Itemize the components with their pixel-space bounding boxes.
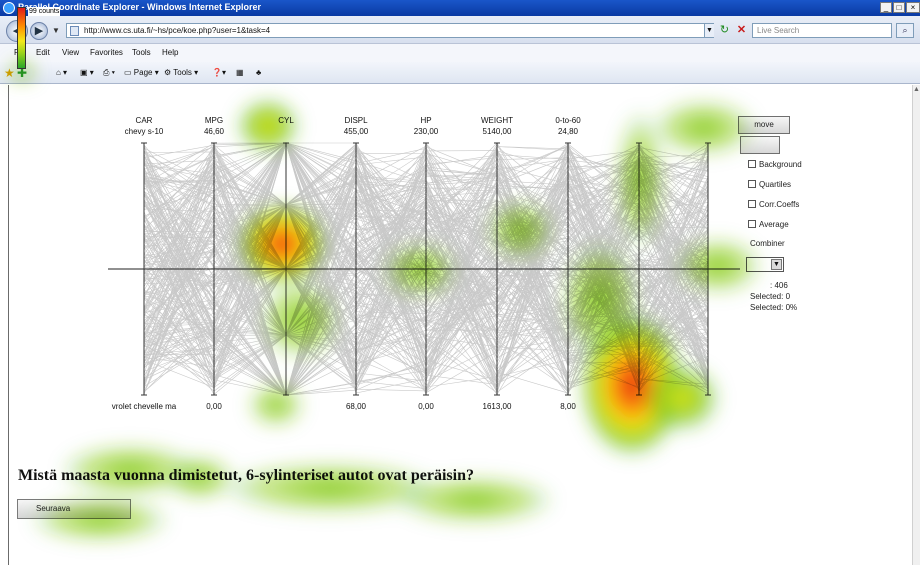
combiner-select[interactable]: ▼ [746, 257, 784, 272]
heatmap-legend-scale [17, 7, 26, 69]
tools-menu-label: Tools [173, 68, 192, 77]
axis-name-label: DISPL [344, 116, 368, 125]
history-dropdown-icon[interactable]: ▼ [52, 26, 60, 35]
page-menu[interactable]: ▭ Page ▾ [124, 68, 159, 77]
axis-min-label: vrolet chevelle ma [112, 402, 177, 411]
axis-min-label: 8,00 [560, 402, 576, 411]
axis-min-label: 68,00 [346, 402, 367, 411]
axis-name-label: HP [420, 116, 431, 125]
stop-icon[interactable]: ✕ [734, 23, 749, 38]
axis-max-label: 230,00 [414, 127, 439, 136]
axis-name-label: 0-to-60 [555, 116, 581, 125]
axis-min-label: 1613,00 [483, 402, 512, 411]
move-button[interactable]: move [738, 116, 790, 134]
option-label: Background [759, 160, 802, 169]
refresh-icon[interactable]: ↻ [717, 23, 732, 38]
option-background[interactable]: Background [748, 160, 802, 169]
page-icon [70, 26, 79, 36]
browser-window: Parallel Coordinate Explorer - Windows I… [0, 0, 920, 565]
option-label: Average [759, 220, 789, 229]
title-bar: Parallel Coordinate Explorer - Windows I… [0, 0, 920, 16]
axis-name-label: MPG [205, 116, 223, 125]
menu-view[interactable]: View [62, 48, 79, 57]
address-dropdown-icon[interactable]: ▼ [704, 24, 714, 37]
axis-name-label: WEIGHT [481, 116, 513, 125]
search-placeholder: Live Search [757, 26, 800, 35]
close-button[interactable]: × [906, 2, 920, 13]
favorites-star-icon[interactable]: ★ [4, 66, 15, 80]
axis-min-label: 0,00 [206, 402, 222, 411]
checkbox[interactable] [748, 180, 756, 188]
axis-max-label: 5140,00 [483, 127, 512, 136]
address-row: ◀ ▶ ▼ http://www.cs.uta.fi/~hs/pce/koe.p… [0, 16, 920, 44]
forward-button[interactable]: ▶ [30, 22, 48, 40]
axis-name-label: CYL [278, 116, 294, 125]
axis-max-label: 46,60 [204, 127, 225, 136]
scroll-up-icon[interactable]: ▲ [913, 86, 920, 93]
option-average[interactable]: Average [748, 220, 789, 229]
page-menu-label: Page [133, 68, 153, 77]
selected-percent: Selected: 0% [750, 303, 798, 312]
research-icon[interactable]: ▦ [236, 68, 244, 77]
feeds-icon[interactable]: ▣ ▾ [80, 68, 94, 77]
axis-min-label: 0,00 [418, 402, 434, 411]
search-icon[interactable]: ⌕ [896, 23, 914, 38]
secondary-button[interactable] [740, 136, 780, 154]
ie-app-icon [3, 2, 15, 14]
task-question: Mistä maasta vuonna dimistetut, 6-sylint… [18, 467, 474, 484]
address-field[interactable]: http://www.cs.uta.fi/~hs/pce/koe.php?use… [66, 23, 714, 38]
page-content: ▲ CAR chevy s-10 vrolet chevelle ma MPG 46,6… [0, 85, 920, 565]
help-icon[interactable]: ❓▾ [212, 68, 226, 77]
home-icon[interactable]: ⌂ ▾ [56, 68, 67, 77]
menu-edit[interactable]: Edit [36, 48, 50, 57]
command-bar: ★ ✚ ⌂ ▾ ▣ ▾ ⎙ ▾ ▭ Page ▾ ⚙ Tools ▾ ❓▾ ▦ … [0, 62, 920, 84]
minimize-button[interactable]: _ [880, 2, 892, 13]
search-input[interactable]: Live Search [752, 23, 892, 38]
option-label: Corr.Coeffs [759, 200, 800, 209]
selected-count: Selected: 0 [750, 292, 791, 301]
address-url: http://www.cs.uta.fi/~hs/pce/koe.php?use… [84, 26, 271, 35]
option-label: Quartiles [759, 180, 792, 189]
menu-tools[interactable]: Tools [132, 48, 151, 57]
axis-name-label: CAR [136, 116, 153, 125]
menu-favorites[interactable]: Favorites [90, 48, 123, 57]
chevron-down-icon[interactable]: ▼ [771, 259, 782, 270]
axis-max-label: 24,80 [558, 127, 579, 136]
vertical-scrollbar[interactable]: ▲ [912, 85, 920, 565]
tools-menu[interactable]: ⚙ Tools ▾ [164, 68, 198, 77]
axis-max-label: chevy s-10 [125, 127, 164, 136]
print-icon[interactable]: ⎙ ▾ [103, 68, 115, 78]
menu-bar: F Edit View Favorites Tools Help [0, 44, 920, 62]
maximize-button[interactable]: □ [893, 2, 905, 13]
next-button[interactable]: Seuraava [17, 499, 131, 519]
option-corr-coeffs[interactable]: Corr.Coeffs [748, 200, 799, 209]
combiner-label: Combiner [750, 239, 785, 248]
axis-max-label: 455,00 [344, 127, 369, 136]
menu-help[interactable]: Help [162, 48, 178, 57]
total-count: : 406 [770, 281, 788, 290]
option-quartiles[interactable]: Quartiles [748, 180, 791, 189]
checkbox[interactable] [748, 160, 756, 168]
heatmap-legend-label: 99 counts [28, 7, 61, 16]
messenger-icon[interactable]: ♣ [256, 68, 261, 77]
checkbox[interactable] [748, 220, 756, 228]
checkbox[interactable] [748, 200, 756, 208]
